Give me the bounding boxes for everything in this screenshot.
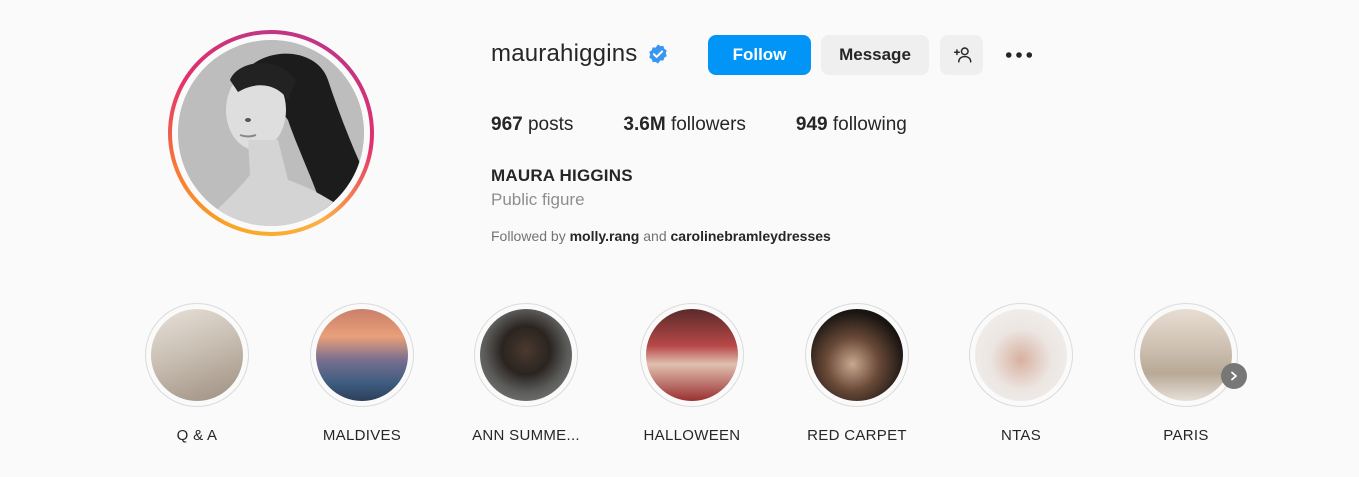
highlight-cover-image [151,309,243,401]
following-count: 949 [795,114,828,135]
highlight-item[interactable]: NTAS [951,303,1091,444]
highlight-cover-image [480,309,572,401]
verified-badge-icon [647,43,669,65]
profile-full-name: MAURA HIGGINS [491,166,633,185]
highlight-cover-ring [474,303,578,407]
highlight-cover-ring [310,303,414,407]
highlight-label: ANN SUMME... [472,427,580,444]
avatar-portrait-image [178,40,364,226]
highlight-cover-image [811,309,903,401]
follow-button[interactable]: Follow [708,35,811,75]
highlight-cover-ring [640,303,744,407]
highlight-item[interactable]: HALLOWEEN [622,303,762,444]
posts-count: 967 [491,114,523,135]
highlights-next-button[interactable] [1221,363,1247,389]
highlight-label: PARIS [1163,427,1209,444]
highlight-item[interactable]: MALDIVES [292,303,432,444]
highlight-cover-image [316,309,408,401]
highlight-label: RED CARPET [807,427,907,444]
followed-by-text[interactable]: Followed by molly.rang and carolinebraml… [491,228,831,244]
followers-stat[interactable]: 3.6M followers [623,114,746,136]
highlight-cover-image [646,309,738,401]
profile-username: maurahiggins [491,40,638,67]
posts-stat: 967 posts [491,114,573,136]
add-person-icon [953,47,971,63]
followers-count: 3.6M [623,114,666,135]
profile-header: maurahiggins [491,34,669,74]
highlight-label: HALLOWEEN [643,427,741,444]
followed-by-prefix: Followed by [491,228,566,244]
profile-stats: 967 posts 3.6M followers 949 following [491,114,957,136]
highlight-cover-ring [145,303,249,407]
highlight-label: MALDIVES [322,427,402,444]
highlight-label: NTAS [1000,427,1042,444]
followers-label: followers [670,114,746,135]
highlight-item[interactable]: ANN SUMME... [456,303,596,444]
profile-category: Public figure [491,190,585,209]
following-stat[interactable]: 949 following [796,114,907,136]
highlight-cover-image [1140,309,1232,401]
message-button[interactable]: Message [821,35,929,75]
chevron-right-icon [1231,371,1237,381]
highlight-cover-image [975,309,1067,401]
posts-label: posts [527,114,574,135]
profile-avatar[interactable] [178,40,364,226]
followed-by-user[interactable]: carolinebramleydresses [671,228,831,244]
highlight-item[interactable]: RED CARPET [787,303,927,444]
highlight-label: Q & A [176,427,218,444]
following-label: following [832,114,907,135]
profile-avatar-story-ring[interactable] [168,30,374,236]
followed-by-user[interactable]: molly.rang [570,228,640,244]
highlight-cover-ring [805,303,909,407]
highlight-cover-ring [969,303,1073,407]
highlight-cover-ring [1134,303,1238,407]
more-horizontal-icon [1005,52,1033,58]
highlight-item[interactable]: Q & A [127,303,267,444]
suggested-users-button[interactable] [940,35,983,75]
followed-by-and: and [643,228,667,244]
more-options-button[interactable] [999,35,1039,75]
